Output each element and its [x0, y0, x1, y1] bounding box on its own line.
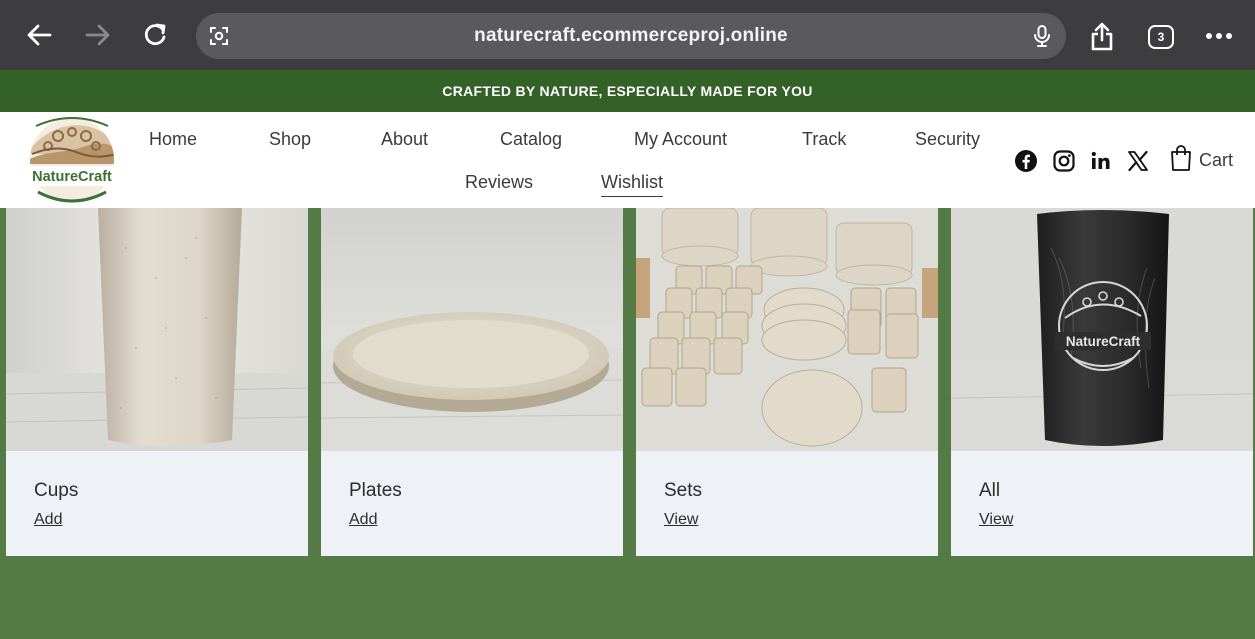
logo-image: NatureCraft: [18, 117, 126, 203]
logo-text: NatureCraft: [32, 169, 112, 185]
card-title: Sets: [664, 480, 703, 501]
plates-photo: [321, 208, 623, 451]
share-icon: [1091, 22, 1113, 51]
logo[interactable]: NatureCraft: [16, 114, 128, 206]
nav-my-account[interactable]: My Account: [634, 129, 727, 150]
nav-security[interactable]: Security: [915, 129, 980, 150]
forward-arrow-icon: [85, 24, 110, 46]
instagram-link[interactable]: [1051, 148, 1077, 174]
microphone-icon: [1034, 25, 1050, 47]
announcement-text: CRAFTED BY NATURE, ESPECIALLY MADE FOR Y…: [442, 83, 813, 99]
tab-count: 3: [1157, 30, 1165, 44]
linkedin-icon: [1091, 151, 1110, 169]
view-link[interactable]: View: [664, 511, 698, 529]
voice-search-button[interactable]: [1032, 24, 1052, 48]
linkedin-link[interactable]: [1088, 148, 1114, 174]
browser-toolbar: naturecraft.ecommerceproj.online 3: [0, 0, 1255, 70]
nav-wishlist[interactable]: Wishlist: [601, 172, 663, 197]
category-card-cups[interactable]: Cups Add: [6, 208, 308, 556]
instagram-icon: [1053, 150, 1075, 172]
card-title: All: [979, 480, 1001, 501]
category-grid: Cups Add Plates Add Sets View NatureCraf…: [0, 208, 1255, 639]
address-bar[interactable]: naturecraft.ecommerceproj.online: [196, 13, 1066, 59]
nav-home[interactable]: Home: [149, 129, 197, 150]
facebook-link[interactable]: [1013, 148, 1039, 174]
back-button[interactable]: [24, 20, 54, 50]
x-link[interactable]: [1125, 148, 1151, 174]
add-link[interactable]: Add: [349, 511, 377, 529]
share-button[interactable]: [1090, 21, 1114, 51]
x-icon: [1128, 150, 1148, 172]
url-text[interactable]: naturecraft.ecommerceproj.online: [196, 25, 1066, 47]
cart-label[interactable]: Cart: [1199, 150, 1233, 171]
card-title: Plates: [349, 480, 402, 501]
more-button[interactable]: [1205, 32, 1233, 40]
card-title: Cups: [34, 480, 79, 501]
facebook-icon: [1015, 150, 1037, 172]
back-arrow-icon: [27, 24, 52, 46]
reload-button[interactable]: [140, 20, 170, 50]
view-link[interactable]: View: [979, 511, 1013, 529]
forward-button[interactable]: [83, 20, 113, 50]
category-card-plates[interactable]: Plates Add: [321, 208, 623, 556]
announcement-bar: CRAFTED BY NATURE, ESPECIALLY MADE FOR Y…: [0, 70, 1255, 112]
category-card-all[interactable]: NatureCraft All View: [951, 208, 1253, 556]
nav-reviews[interactable]: Reviews: [465, 172, 533, 193]
reload-icon: [144, 23, 166, 46]
site-header: NatureCraft Home Shop About Catalog My A…: [0, 112, 1255, 208]
cart-button[interactable]: [1168, 145, 1194, 171]
nav-catalog[interactable]: Catalog: [500, 129, 562, 150]
add-link[interactable]: Add: [34, 511, 62, 529]
all-photo: NatureCraft: [951, 208, 1253, 451]
nav-shop[interactable]: Shop: [269, 129, 311, 150]
nav-about[interactable]: About: [381, 129, 428, 150]
shopping-bag-icon: [1171, 145, 1191, 171]
tabs-button[interactable]: 3: [1148, 25, 1174, 49]
cups-photo: [6, 208, 308, 451]
nav-track[interactable]: Track: [802, 129, 846, 150]
cup-logo-text: NatureCraft: [1066, 334, 1141, 349]
sets-photo: [636, 208, 938, 451]
category-card-sets[interactable]: Sets View: [636, 208, 938, 556]
more-icon: [1206, 33, 1232, 39]
